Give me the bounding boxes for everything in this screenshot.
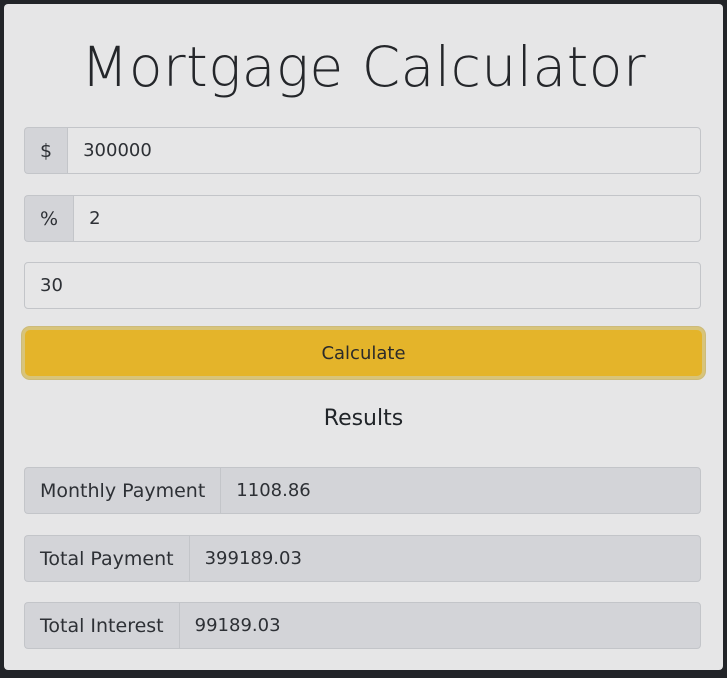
monthly-payment-label: Monthly Payment [24,467,221,514]
monthly-payment-value: 1108.86 [220,467,701,514]
total-interest-label: Total Interest [24,602,179,649]
page-title: Mortgage Calculator [80,35,647,99]
total-payment-group: Total Payment 399189.03 [24,535,701,582]
monthly-payment-group: Monthly Payment 1108.86 [24,467,701,514]
calculator-card: Mortgage Calculator $ 300000 % 2 30 Calc… [4,4,723,670]
total-payment-value: 399189.03 [188,535,701,582]
results-heading: Results [323,406,404,431]
calculate-button[interactable]: Calculate [22,327,705,379]
dollar-addon: $ [24,127,68,174]
principal-input[interactable]: 300000 [67,127,701,174]
percent-addon: % [24,195,74,242]
total-payment-label: Total Payment [24,535,189,582]
principal-input-group: $ 300000 [24,127,701,174]
rate-input-group: % 2 [24,195,701,242]
rate-input[interactable]: 2 [73,195,701,242]
total-interest-group: Total Interest 99189.03 [24,602,701,649]
total-interest-value: 99189.03 [178,602,701,649]
term-input-group: 30 [24,262,701,309]
term-input[interactable]: 30 [24,262,701,309]
